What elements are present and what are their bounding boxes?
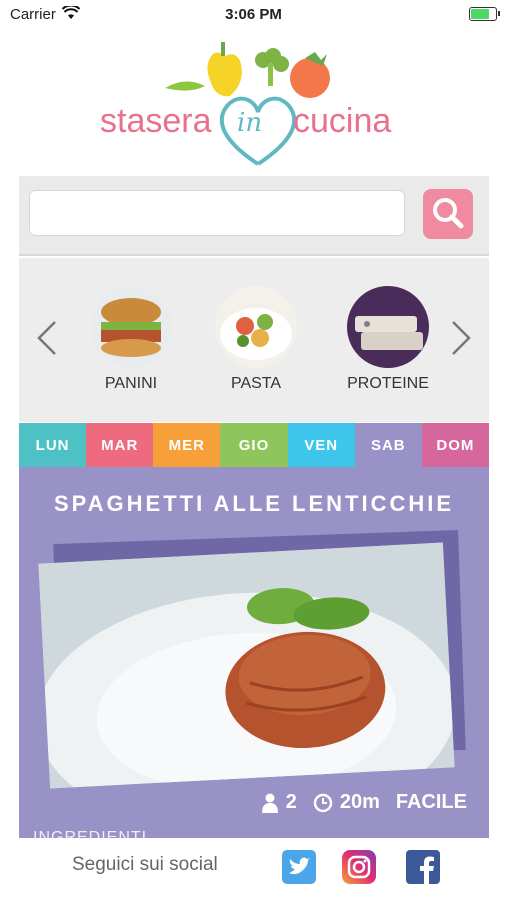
day-tab-ven[interactable]: VEN: [287, 423, 355, 467]
clock: 3:06 PM: [225, 6, 282, 23]
twitter-icon[interactable]: [282, 850, 316, 884]
search-icon: [433, 198, 464, 229]
category-proteine[interactable]: PROTEINE: [333, 286, 443, 393]
day-tab-dom[interactable]: DOM: [421, 423, 489, 467]
logo-text-cucina: cucina: [293, 102, 392, 140]
proteine-image: [347, 286, 429, 368]
clock-icon: [313, 793, 333, 812]
chevron-left-icon[interactable]: [35, 318, 59, 358]
day-tab-gio[interactable]: GIO: [220, 423, 288, 467]
app-logo: stasera in cucina: [95, 38, 415, 168]
category-label: PANINI: [104, 375, 158, 392]
day-tab-mer[interactable]: MER: [153, 423, 221, 467]
day-tab-mar[interactable]: MAR: [86, 423, 154, 467]
chevron-right-icon[interactable]: [449, 318, 473, 358]
battery-icon: [469, 7, 500, 21]
panini-image: [90, 286, 172, 368]
category-pasta[interactable]: PASTA: [201, 286, 311, 393]
day-tab-lun[interactable]: LUN: [19, 423, 87, 467]
follow-label: Seguici sui social: [72, 854, 218, 875]
recipe-meta: 2 20m FACILE: [261, 791, 467, 814]
servings-value: 2: [285, 791, 297, 813]
logo-text-stasera: stasera: [100, 102, 212, 140]
recipe-photo[interactable]: [38, 542, 455, 789]
time-value: 20m: [339, 791, 380, 813]
category-carousel: PANINI PASTA PROTEINE: [19, 258, 489, 422]
logo-text-in: in: [237, 108, 263, 138]
category-label: PASTA: [230, 375, 282, 392]
instagram-icon[interactable]: [342, 850, 376, 884]
recipe-title: SPAGHETTI ALLE LENTICCHIE: [53, 491, 455, 516]
difficulty-value: FACILE: [395, 791, 467, 813]
search-input[interactable]: [29, 190, 405, 236]
facebook-icon[interactable]: [406, 850, 440, 884]
category-panini[interactable]: PANINI: [76, 286, 186, 393]
person-icon: [261, 793, 278, 813]
social-footer: Seguici sui social: [0, 838, 507, 900]
weekday-tabs: LUN MAR MER GIO VEN SAB DOM: [19, 423, 489, 467]
status-bar: Carrier 3:06 PM: [0, 0, 507, 30]
recipe-card[interactable]: SPAGHETTI ALLE LENTICCHIE 2 20m FACILE I…: [19, 467, 489, 838]
day-tab-sab[interactable]: SAB: [354, 423, 422, 467]
category-label: PROTEINE: [347, 375, 429, 392]
search-button[interactable]: [423, 189, 473, 239]
search-bar: [19, 176, 489, 256]
pasta-image: [215, 286, 297, 368]
ingredients-heading: INGREDIENTI: [33, 829, 148, 838]
